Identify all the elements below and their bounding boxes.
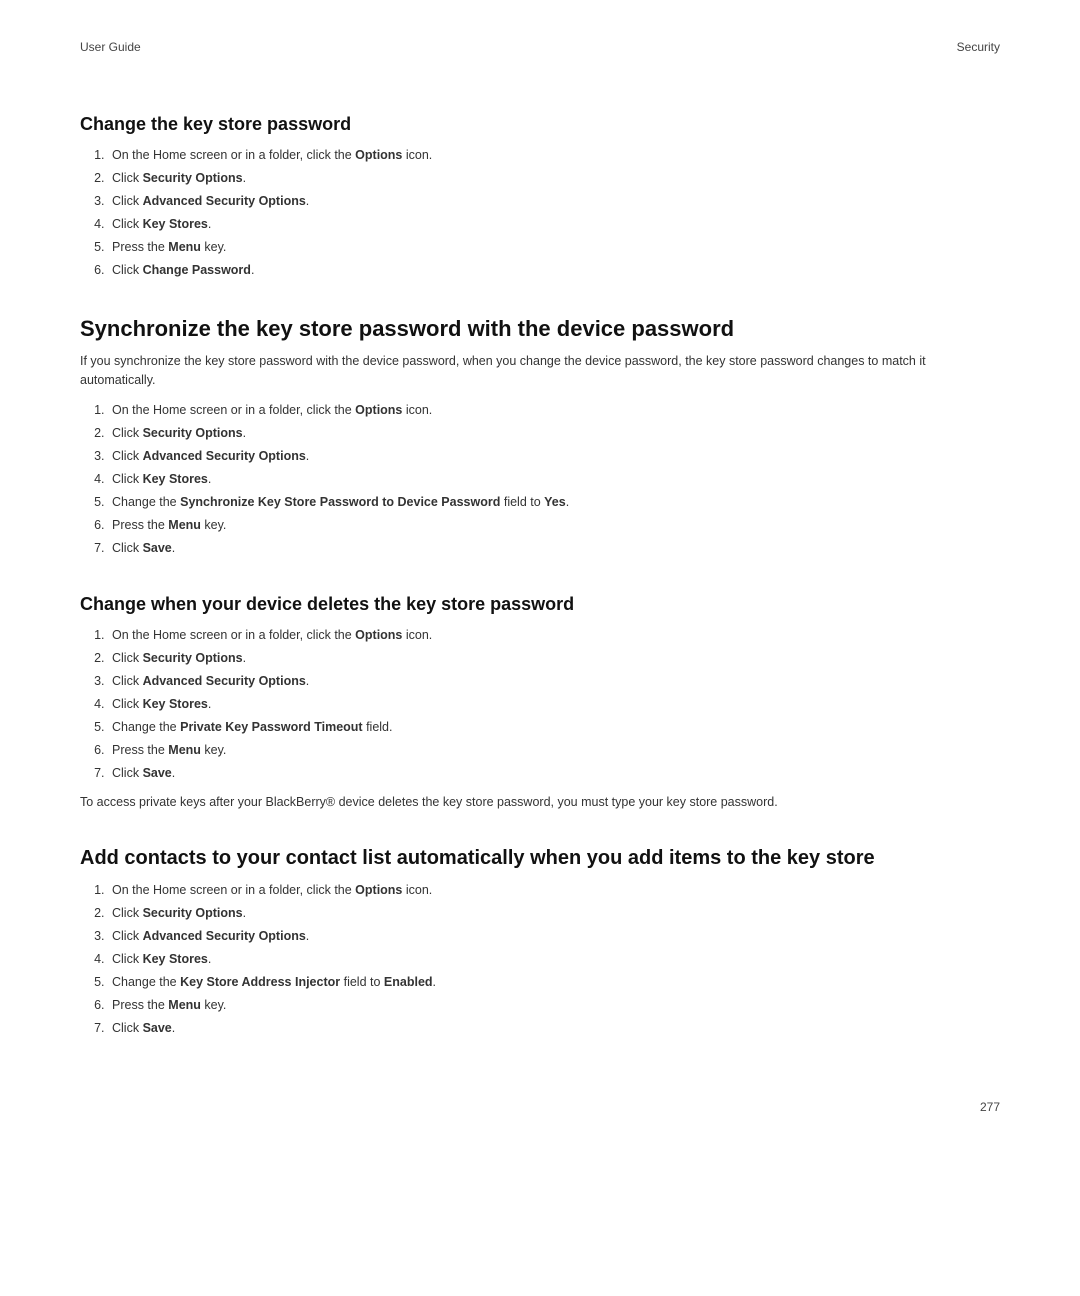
header-right: Security bbox=[957, 40, 1000, 54]
section-title-synchronize-key-store-password: Synchronize the key store password with … bbox=[80, 316, 1000, 342]
step-item: Click Change Password. bbox=[108, 260, 1000, 280]
step-item: On the Home screen or in a folder, click… bbox=[108, 145, 1000, 165]
section-add-contacts-key-store: Add contacts to your contact list automa… bbox=[80, 847, 1000, 1038]
step-item: Click Advanced Security Options. bbox=[108, 446, 1000, 466]
steps-list-change-when-device-deletes: On the Home screen or in a folder, click… bbox=[80, 625, 1000, 783]
section-synchronize-key-store-password: Synchronize the key store password with … bbox=[80, 316, 1000, 558]
step-item: Click Security Options. bbox=[108, 903, 1000, 923]
section-title-change-when-device-deletes: Change when your device deletes the key … bbox=[80, 594, 1000, 615]
step-item: Click Advanced Security Options. bbox=[108, 191, 1000, 211]
step-item: On the Home screen or in a folder, click… bbox=[108, 625, 1000, 645]
step-item: Change the Synchronize Key Store Passwor… bbox=[108, 492, 1000, 512]
section-note-change-when-device-deletes: To access private keys after your BlackB… bbox=[80, 793, 1000, 812]
step-item: Change the Key Store Address Injector fi… bbox=[108, 972, 1000, 992]
step-item: Click Key Stores. bbox=[108, 469, 1000, 489]
step-item: Change the Private Key Password Timeout … bbox=[108, 717, 1000, 737]
step-item: Click Save. bbox=[108, 1018, 1000, 1038]
step-item: Click Security Options. bbox=[108, 648, 1000, 668]
steps-list-synchronize-key-store-password: On the Home screen or in a folder, click… bbox=[80, 400, 1000, 558]
step-item: Click Key Stores. bbox=[108, 694, 1000, 714]
page-header: User Guide Security bbox=[80, 40, 1000, 54]
steps-list-add-contacts-key-store: On the Home screen or in a folder, click… bbox=[80, 880, 1000, 1038]
section-title-change-key-store-password: Change the key store password bbox=[80, 114, 1000, 135]
page-number: 277 bbox=[980, 1100, 1000, 1114]
step-item: Click Security Options. bbox=[108, 168, 1000, 188]
step-item: Click Save. bbox=[108, 538, 1000, 558]
steps-list-change-key-store-password: On the Home screen or in a folder, click… bbox=[80, 145, 1000, 280]
step-item: Press the Menu key. bbox=[108, 995, 1000, 1015]
step-item: Click Key Stores. bbox=[108, 214, 1000, 234]
section-change-key-store-password: Change the key store password On the Home… bbox=[80, 114, 1000, 280]
step-item: Click Security Options. bbox=[108, 423, 1000, 443]
step-item: Click Save. bbox=[108, 763, 1000, 783]
page-container: User Guide Security Change the key store… bbox=[0, 0, 1080, 1154]
step-item: Click Advanced Security Options. bbox=[108, 926, 1000, 946]
step-item: Click Key Stores. bbox=[108, 949, 1000, 969]
step-item: On the Home screen or in a folder, click… bbox=[108, 880, 1000, 900]
step-item: Press the Menu key. bbox=[108, 515, 1000, 535]
header-left: User Guide bbox=[80, 40, 141, 54]
step-item: Press the Menu key. bbox=[108, 740, 1000, 760]
sections-container: Change the key store password On the Home… bbox=[80, 114, 1000, 1038]
step-item: On the Home screen or in a folder, click… bbox=[108, 400, 1000, 420]
section-title-add-contacts-key-store: Add contacts to your contact list automa… bbox=[80, 847, 1000, 870]
page-footer: 277 bbox=[980, 1100, 1000, 1114]
step-item: Click Advanced Security Options. bbox=[108, 671, 1000, 691]
section-description-synchronize-key-store-password: If you synchronize the key store passwor… bbox=[80, 352, 1000, 390]
section-change-when-device-deletes: Change when your device deletes the key … bbox=[80, 594, 1000, 812]
step-item: Press the Menu key. bbox=[108, 237, 1000, 257]
